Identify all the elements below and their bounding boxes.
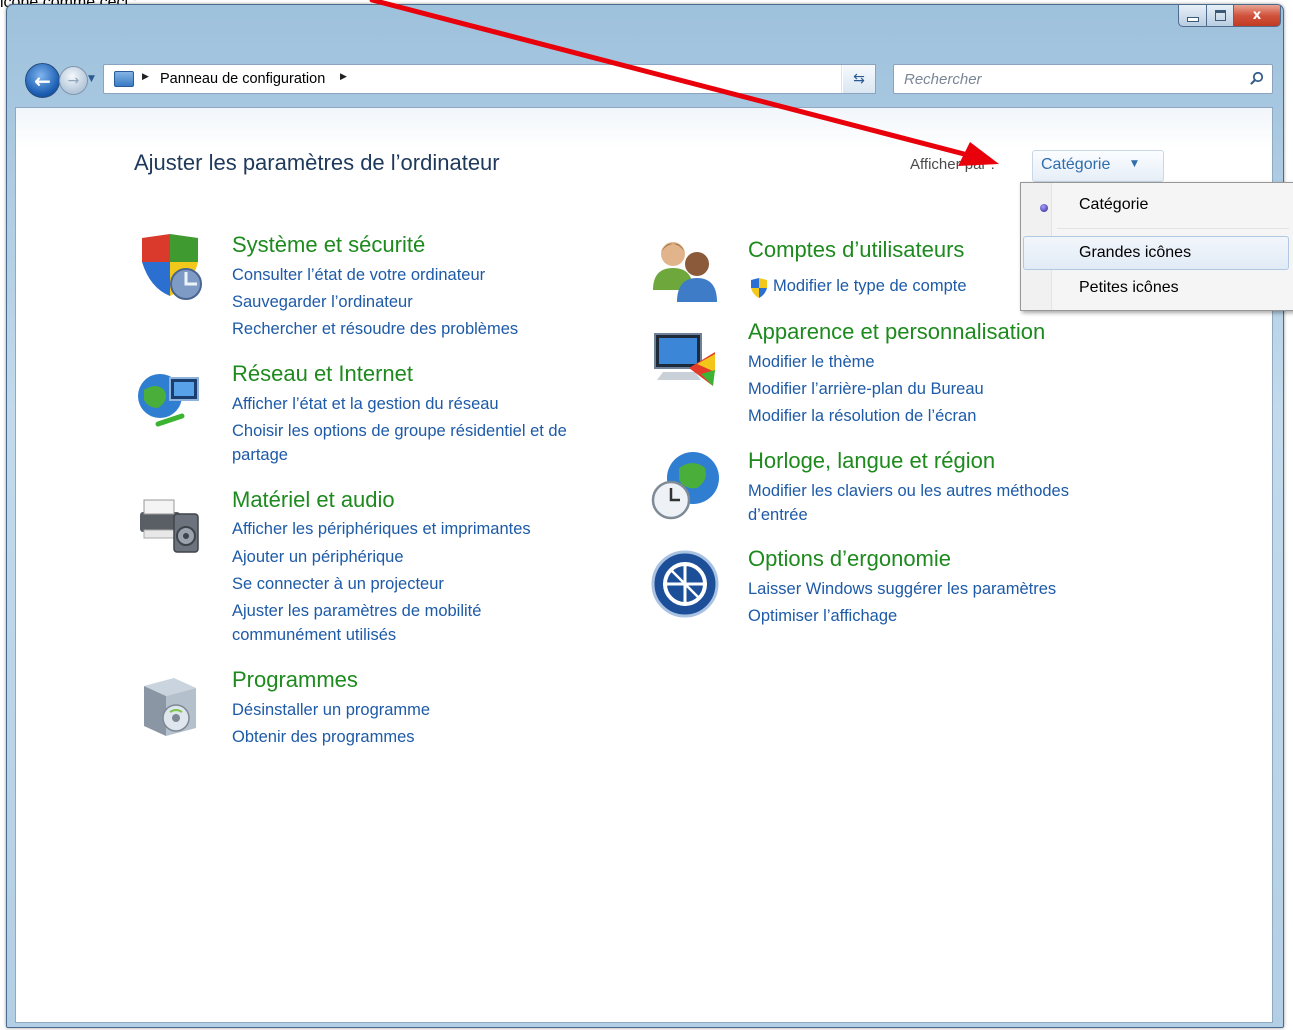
link-keyboards-cont[interactable]: d’entrée	[748, 506, 808, 525]
address-bar[interactable]: ▶ Panneau de configuration ▶ ▼	[103, 64, 867, 94]
category-title-accessibility[interactable]: Options d’ergonomie	[748, 546, 951, 572]
accessibility-icon	[651, 550, 719, 618]
link-optimize-display[interactable]: Optimiser l’affichage	[748, 607, 897, 626]
menu-item-small-icons[interactable]: Petites icônes	[1023, 272, 1289, 306]
clock-globe-icon	[651, 452, 719, 520]
minimize-icon	[1186, 17, 1199, 22]
menu-item-label: Grandes icônes	[1079, 244, 1192, 261]
search-icon[interactable]	[1250, 71, 1264, 85]
network-globe-icon	[138, 374, 199, 427]
view-by-value: Catégorie	[1041, 156, 1111, 173]
recent-pages-dropdown[interactable]: ▼	[88, 71, 98, 87]
category-title-appearance[interactable]: Apparence et personnalisation	[748, 319, 1045, 345]
link-change-account-type[interactable]: Modifier le type de compte	[773, 277, 967, 296]
back-arrow-icon: ←	[34, 68, 51, 93]
link-projector[interactable]: Se connecter à un projecteur	[232, 575, 444, 594]
link-backup[interactable]: Sauvegarder l’ordinateur	[232, 293, 413, 312]
category-title-network[interactable]: Réseau et Internet	[232, 361, 413, 387]
programs-box-icon	[144, 678, 196, 736]
link-get-programs[interactable]: Obtenir des programmes	[232, 728, 415, 747]
control-panel-window: x ← → ▼ ▶ Panneau de configuration ▶ ▼ ⇆…	[6, 4, 1284, 1028]
category-title-hardware[interactable]: Matériel et audio	[232, 487, 395, 513]
category-title-clock[interactable]: Horloge, langue et région	[748, 448, 995, 474]
printer-speaker-icon	[140, 499, 199, 553]
link-troubleshoot[interactable]: Rechercher et résoudre des problèmes	[232, 320, 518, 339]
link-system-status[interactable]: Consulter l’état de votre ordinateur	[232, 266, 485, 285]
view-by-label: Afficher par :	[910, 156, 995, 173]
link-change-background[interactable]: Modifier l’arrière-plan du Bureau	[748, 380, 984, 399]
link-mobility[interactable]: Ajuster les paramètres de mobilité	[232, 602, 481, 621]
maximize-icon	[1214, 10, 1226, 21]
category-title-system-security[interactable]: Système et sécurité	[232, 232, 425, 258]
refresh-button[interactable]: ⇆	[843, 64, 876, 94]
monitor-palette-icon	[654, 333, 715, 386]
uac-shield-icon	[751, 278, 767, 298]
link-homegroup-cont[interactable]: partage	[232, 446, 288, 465]
link-uninstall[interactable]: Désinstaller un programme	[232, 701, 430, 720]
page-title: Ajuster les paramètres de l’ordinateur	[134, 150, 500, 175]
security-shield-icon	[142, 234, 202, 300]
close-icon: x	[1252, 8, 1262, 23]
menu-item-label: Petites icônes	[1079, 279, 1179, 296]
link-devices-printers[interactable]: Afficher les périphériques et imprimante…	[232, 520, 531, 539]
link-homegroup[interactable]: Choisir les options de groupe résidentie…	[232, 422, 567, 441]
search-input[interactable]: Rechercher	[904, 71, 982, 88]
link-network-status[interactable]: Afficher l’état et la gestion du réseau	[232, 395, 499, 414]
menu-item-category[interactable]: Catégorie	[1023, 189, 1289, 223]
menu-item-label: Catégorie	[1079, 196, 1149, 213]
link-mobility-cont[interactable]: communément utilisés	[232, 626, 396, 645]
dropdown-arrow-icon: ▼	[1131, 159, 1138, 169]
radio-bullet-icon	[1040, 204, 1048, 212]
menu-separator	[1057, 228, 1289, 229]
maximize-button[interactable]	[1207, 5, 1234, 27]
navigation-bar: ← → ▼ ▶ Panneau de configuration ▶ ▼ ⇆ R…	[7, 61, 1283, 101]
forward-button[interactable]: →	[59, 66, 88, 95]
view-by-dropdown[interactable]: Catégorie ▼	[1032, 150, 1164, 182]
breadcrumb-chevron-icon[interactable]: ▶	[340, 72, 347, 82]
view-by-menu: Catégorie Grandes icônes Petites icônes	[1020, 182, 1293, 311]
back-button[interactable]: ←	[25, 63, 60, 98]
search-box[interactable]: Rechercher	[893, 64, 1273, 94]
link-change-theme[interactable]: Modifier le thème	[748, 353, 875, 372]
breadcrumb-chevron-icon[interactable]: ▶	[142, 72, 149, 82]
control-panel-icon	[114, 71, 134, 87]
minimize-button[interactable]	[1178, 5, 1207, 27]
window-controls: x	[1178, 5, 1281, 27]
users-icon	[653, 242, 717, 302]
menu-item-large-icons[interactable]: Grandes icônes	[1023, 236, 1289, 270]
link-add-device[interactable]: Ajouter un périphérique	[232, 548, 404, 567]
link-suggest-settings[interactable]: Laisser Windows suggérer les paramètres	[748, 580, 1056, 599]
refresh-icon: ⇆	[853, 71, 865, 87]
breadcrumb-control-panel[interactable]: Panneau de configuration	[160, 71, 325, 87]
category-title-user-accounts[interactable]: Comptes d’utilisateurs	[748, 237, 964, 263]
close-button[interactable]: x	[1234, 5, 1281, 27]
forward-arrow-icon: →	[67, 72, 80, 89]
link-keyboards[interactable]: Modifier les claviers ou les autres méth…	[748, 482, 1069, 501]
category-title-programs[interactable]: Programmes	[232, 667, 358, 693]
link-change-resolution[interactable]: Modifier la résolution de l’écran	[748, 407, 976, 426]
